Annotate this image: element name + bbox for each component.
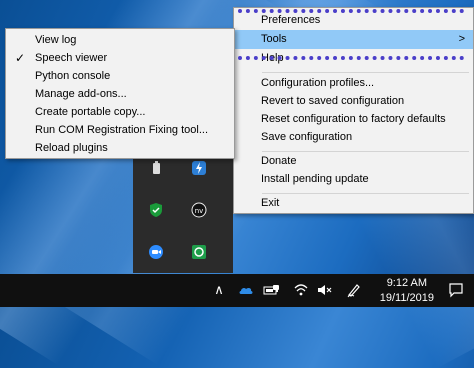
power-plug-icon: [271, 279, 281, 290]
submenu-item-python-console[interactable]: Python console: [6, 67, 234, 86]
submenu-item-com-fixing-tool[interactable]: Run COM Registration Fixing tool...: [6, 121, 234, 140]
nvda-icon[interactable]: nv: [191, 202, 207, 218]
clock-time: 9:12 AM: [386, 277, 428, 289]
menu-item-preferences[interactable]: Preferences: [234, 11, 473, 30]
defender-shield-icon[interactable]: [148, 202, 164, 218]
clock[interactable]: 9:12 AM 19/11/2019: [380, 276, 434, 306]
menu-item-install-update[interactable]: Install pending update: [234, 170, 473, 189]
zoom-icon[interactable]: [148, 244, 164, 260]
onedrive-icon[interactable]: [238, 282, 254, 298]
checkmark-icon: ✓: [15, 51, 26, 65]
submenu-item-manage-addons[interactable]: Manage add-ons...: [6, 85, 234, 104]
menu-item-save-configuration[interactable]: Save configuration: [234, 128, 473, 147]
submenu-item-reload-plugins[interactable]: Reload plugins: [6, 139, 234, 158]
sync-app-icon[interactable]: [191, 244, 207, 260]
menu-item-revert-configuration[interactable]: Revert to saved configuration: [234, 92, 473, 111]
lightning-app-icon[interactable]: [191, 160, 207, 176]
taskbar: ∧ 9:12 AM 19/11/2019: [0, 274, 474, 307]
tray-overflow-flyout: nv: [133, 150, 233, 273]
clock-date: 19/11/2019: [379, 292, 434, 304]
usb-drive-icon[interactable]: [148, 160, 164, 176]
tools-submenu: View log ✓ Speech viewer Python console M…: [5, 28, 235, 159]
submenu-item-view-log[interactable]: View log: [6, 31, 234, 50]
wifi-icon[interactable]: [293, 282, 309, 298]
nvda-main-menu: Preferences Tools > Help Configuration pr…: [233, 7, 474, 214]
menu-item-reset-configuration[interactable]: Reset configuration to factory defaults: [234, 110, 473, 129]
menu-item-donate[interactable]: Donate: [234, 152, 473, 171]
submenu-item-portable-copy[interactable]: Create portable copy...: [6, 103, 234, 122]
submenu-arrow-icon: >: [458, 33, 465, 45]
menu-item-tools[interactable]: Tools >: [234, 30, 473, 49]
menu-separator: [262, 72, 469, 73]
action-center-icon[interactable]: [448, 282, 464, 298]
volume-muted-icon[interactable]: [316, 282, 332, 298]
show-hidden-icons-button[interactable]: ∧: [211, 282, 227, 298]
pen-workspace-icon[interactable]: [346, 282, 362, 298]
menu-item-exit[interactable]: Exit: [234, 194, 473, 213]
focus-highlight-bottom: [238, 56, 464, 60]
submenu-item-speech-viewer[interactable]: ✓ Speech viewer: [6, 49, 234, 68]
focus-highlight-top: [238, 9, 464, 13]
menu-item-configuration-profiles[interactable]: Configuration profiles...: [234, 74, 473, 93]
svg-text:nv: nv: [195, 207, 204, 215]
